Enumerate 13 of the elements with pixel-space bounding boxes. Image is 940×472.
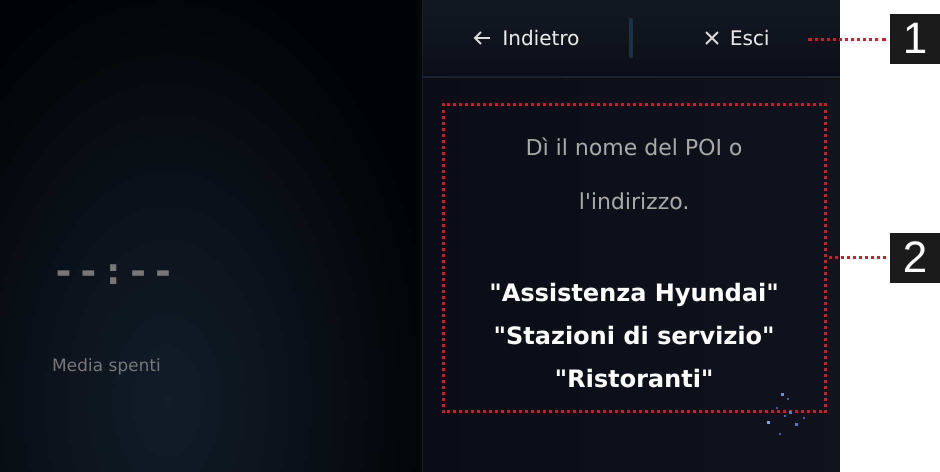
back-arrow-icon xyxy=(472,30,492,46)
example-command: "Ristoranti" xyxy=(554,364,714,395)
back-button[interactable]: Indietro xyxy=(422,8,630,68)
example-command: "Assistenza Hyundai" xyxy=(489,278,779,309)
leader-line xyxy=(829,256,886,259)
callout-number: 2 xyxy=(890,233,940,283)
exit-button[interactable]: Esci xyxy=(633,8,840,68)
close-icon xyxy=(704,30,720,46)
instruction-text: Dì il nome del POI o l'indirizzo. xyxy=(524,135,744,217)
clock-text: --:-- xyxy=(52,248,178,295)
example-command: "Stazioni di servizio" xyxy=(494,321,775,352)
media-status: Media spenti xyxy=(52,356,162,376)
callout-number: 1 xyxy=(890,14,940,64)
